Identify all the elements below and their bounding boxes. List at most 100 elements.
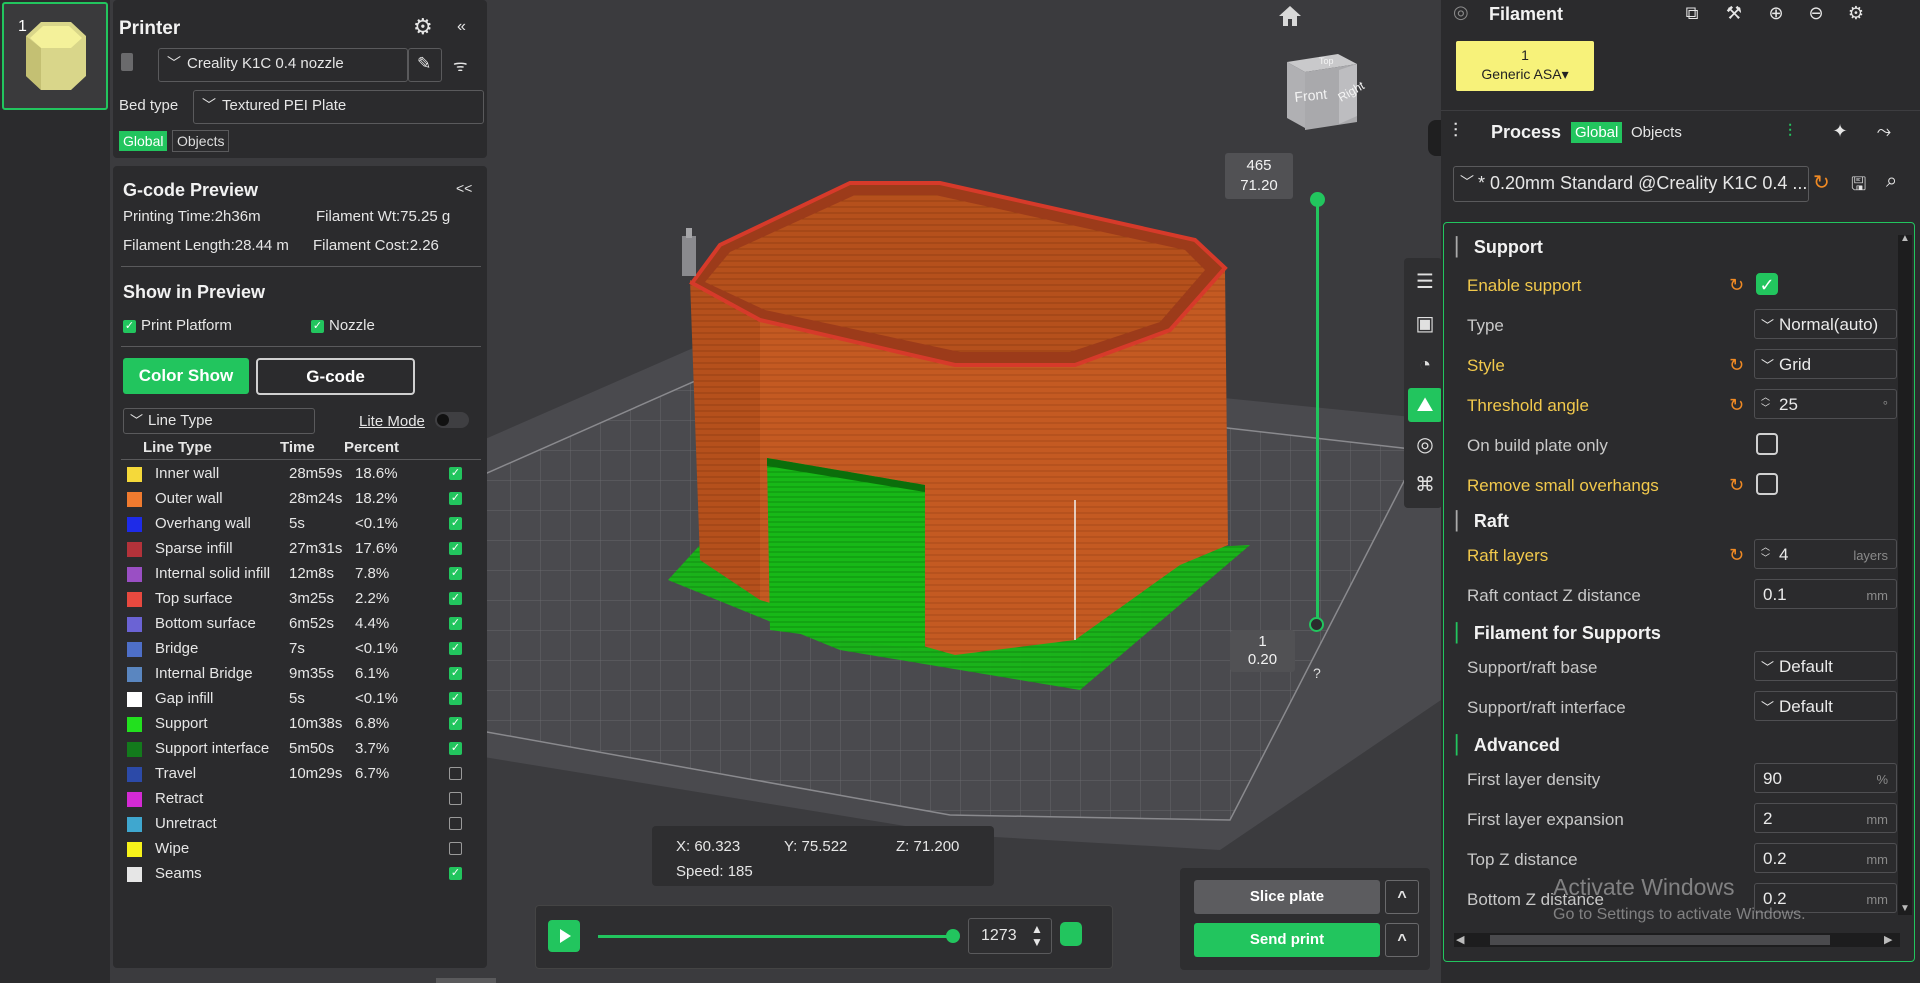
process-share-icon[interactable]: ⤳ — [1871, 118, 1897, 144]
line-type-checkbox[interactable]: ✓ — [449, 717, 462, 730]
scroll-down-icon[interactable]: ▼ — [1900, 903, 1910, 914]
move-value-field[interactable]: 1273 ▲ ▼ — [968, 918, 1052, 954]
printer-tab-global[interactable]: Global — [119, 131, 168, 151]
line-type-checkbox[interactable]: ✓ — [449, 692, 462, 705]
line-type-checkbox[interactable]: ✓ — [449, 492, 462, 505]
send-print-button[interactable]: Send print — [1194, 923, 1380, 957]
scroll-left-icon[interactable]: ◀ — [1456, 933, 1464, 946]
line-type-checkbox[interactable]: ✓ — [449, 642, 462, 655]
viewport-scroll-indicator[interactable] — [436, 978, 496, 983]
raft-contact-z-input[interactable]: 0.1 mm — [1754, 579, 1897, 609]
remove-filament-icon[interactable]: ⊖ — [1803, 0, 1829, 26]
line-type-checkbox[interactable]: ✓ — [449, 742, 462, 755]
threshold-angle-input[interactable]: ︿ ﹀ 25 ° — [1754, 389, 1897, 419]
layers-icon[interactable]: ☰ — [1408, 265, 1442, 299]
lite-mode-toggle[interactable] — [435, 412, 469, 428]
support-paint-icon[interactable]: ⛰ — [1408, 388, 1442, 422]
process-tab-objects[interactable]: Objects — [1631, 124, 1682, 141]
collapse-gcode-icon[interactable]: << — [456, 180, 472, 196]
layer-slider-bottom-handle[interactable] — [1309, 617, 1324, 632]
reset-preset-icon[interactable]: ↻ — [1813, 170, 1830, 195]
search-icon[interactable]: ⌕ — [1886, 170, 1897, 193]
printer-select[interactable]: ﹀ Creality K1C 0.4 nozzle — [158, 48, 408, 82]
line-type-checkbox[interactable]: ✓ — [449, 667, 462, 680]
add-filament-icon[interactable]: ⊕ — [1763, 0, 1789, 26]
layer-slider-track[interactable] — [1316, 200, 1319, 625]
layers-stack-icon[interactable] — [1060, 922, 1082, 946]
move-slider-track[interactable] — [598, 935, 953, 938]
print-platform-checkbox[interactable]: ✓ — [123, 318, 136, 336]
on-build-plate-only-checkbox[interactable] — [1756, 433, 1778, 455]
spin-icon[interactable]: ︿ ﹀ — [1761, 542, 1770, 564]
process-preset-select[interactable]: ﹀ * 0.20mm Standard @Creality K1C 0.4 ..… — [1453, 166, 1809, 202]
line-type-checkbox[interactable] — [449, 792, 462, 805]
view-cube[interactable]: Front Right Top — [1283, 50, 1378, 132]
line-type-checkbox[interactable]: ✓ — [449, 867, 462, 880]
line-type-checkbox[interactable] — [449, 817, 462, 830]
top-z-distance-input[interactable]: 0.2 mm — [1754, 843, 1897, 873]
process-paint-icon[interactable]: ✦ — [1827, 118, 1853, 144]
support-raft-interface-select[interactable]: ﹀ Default — [1754, 691, 1897, 721]
spin-icon[interactable]: ︿ ﹀ — [1761, 392, 1770, 414]
reset-icon[interactable]: ↻ — [1729, 475, 1744, 496]
line-type-checkbox[interactable]: ✓ — [449, 592, 462, 605]
wifi-icon[interactable]: ᯤ — [453, 54, 468, 76]
raft-layers-input[interactable]: ︿ ﹀ 4 layers — [1754, 539, 1897, 569]
enable-support-checkbox[interactable]: ✓ — [1756, 273, 1778, 295]
assembly-icon[interactable]: ⌘ — [1408, 468, 1442, 502]
arrange-icon[interactable]: ▣ — [1408, 307, 1442, 341]
support-raft-base-select[interactable]: ﹀ Default — [1754, 651, 1897, 681]
printer-tab-objects[interactable]: Objects — [172, 130, 230, 152]
reset-icon[interactable]: ↻ — [1729, 355, 1744, 376]
line-type-checkbox[interactable]: ✓ — [449, 617, 462, 630]
filament-tool-icon[interactable]: ⚒ — [1721, 0, 1747, 26]
slice-plate-dropdown[interactable]: ^ — [1385, 880, 1419, 914]
first-layer-expansion-input[interactable]: 2 mm — [1754, 803, 1897, 833]
speed-icon[interactable]: ◔ — [1408, 348, 1442, 382]
home-icon[interactable] — [1277, 4, 1303, 28]
line-type-select[interactable]: ﹀ Line Type — [123, 408, 315, 434]
collapse-right-tab[interactable] — [1428, 120, 1442, 156]
collapse-printer-icon[interactable]: « — [457, 18, 466, 36]
reset-icon[interactable]: ↻ — [1729, 545, 1744, 566]
send-print-dropdown[interactable]: ^ — [1385, 923, 1419, 957]
horizontal-scrollbar[interactable]: ◀ ▶ — [1454, 933, 1900, 947]
settings-scroll-area[interactable]: ▏ Support Enable support ↻ ✓ Type ﹀ Normal… — [1443, 222, 1915, 962]
filament-sync-icon[interactable]: ⧉ — [1679, 0, 1705, 26]
line-type-checkbox[interactable]: ✓ — [449, 467, 462, 480]
horizontal-scroll-thumb[interactable] — [1490, 935, 1830, 945]
reset-icon[interactable]: ↻ — [1729, 395, 1744, 416]
scroll-right-icon[interactable]: ▶ — [1884, 933, 1892, 946]
move-slider-handle[interactable] — [946, 929, 960, 943]
remove-small-overhangs-checkbox[interactable] — [1756, 473, 1778, 495]
target-icon[interactable]: ◎ — [1408, 428, 1442, 462]
edit-printer-button[interactable]: ✎ — [408, 48, 442, 82]
gcode-button[interactable]: G-code — [256, 358, 415, 395]
scroll-up-icon[interactable]: ▲ — [1900, 233, 1910, 244]
bed-type-select[interactable]: ﹀ Textured PEI Plate — [193, 90, 484, 124]
spin-icon[interactable]: ▲ ▼ — [1031, 923, 1043, 949]
layer-slider-top-handle[interactable] — [1310, 192, 1325, 207]
help-marker[interactable]: ? — [1313, 665, 1321, 681]
slice-plate-button[interactable]: Slice plate — [1194, 880, 1380, 914]
line-type-checkbox[interactable] — [449, 767, 462, 780]
process-tab-global[interactable]: Global — [1571, 122, 1623, 143]
save-preset-icon[interactable]: 🖫 — [1851, 172, 1866, 202]
nozzle-checkbox[interactable]: ✓ — [311, 318, 324, 336]
filament-settings-gear-icon[interactable]: ⚙ — [1843, 0, 1869, 26]
plate-thumbnail[interactable]: 1 — [2, 2, 108, 110]
process-compare-icon[interactable]: ⫶ — [1777, 118, 1803, 144]
printing-time: Printing Time:2h36m — [123, 208, 261, 225]
vertical-scrollbar[interactable]: ▲ ▼ — [1898, 233, 1912, 915]
color-show-button[interactable]: Color Show — [123, 358, 249, 394]
type-select[interactable]: ﹀ Normal(auto) — [1754, 309, 1897, 339]
style-select[interactable]: ﹀ Grid — [1754, 349, 1897, 379]
filament-slot[interactable]: 1 Generic ASA▾ — [1456, 41, 1594, 91]
line-type-checkbox[interactable]: ✓ — [449, 517, 462, 530]
printer-settings-gear-icon[interactable]: ⚙ — [413, 14, 433, 40]
line-type-checkbox[interactable] — [449, 842, 462, 855]
first-layer-density-input[interactable]: 90% — [1754, 763, 1897, 793]
line-type-checkbox[interactable]: ✓ — [449, 567, 462, 580]
line-type-checkbox[interactable]: ✓ — [449, 542, 462, 555]
reset-icon[interactable]: ↻ — [1729, 275, 1744, 296]
